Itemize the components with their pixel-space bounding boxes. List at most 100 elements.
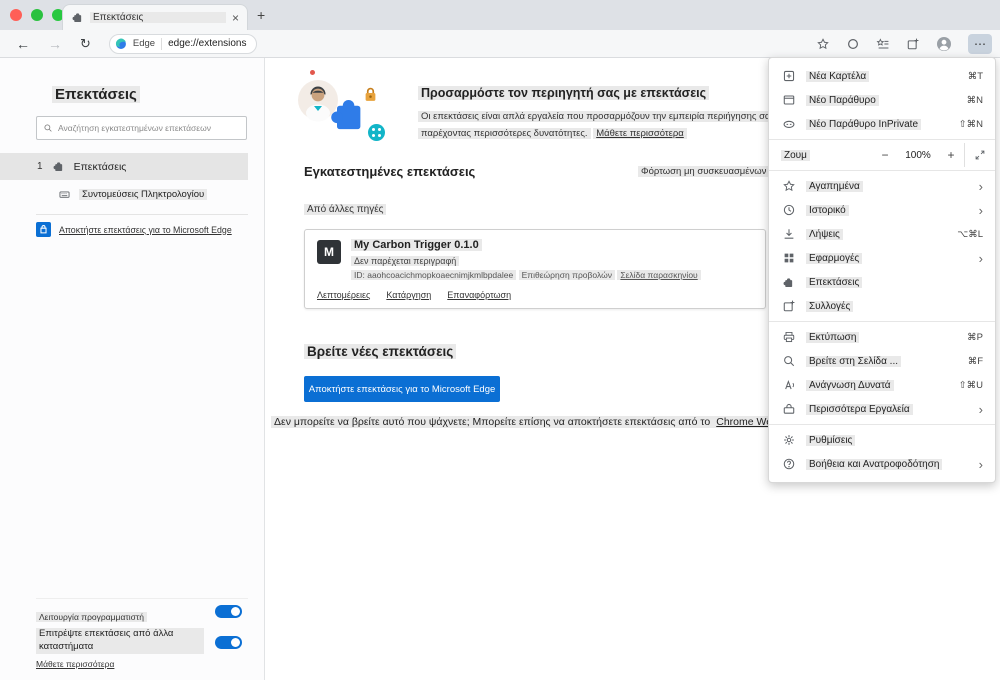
background-page-link[interactable]: Σελίδα παρασκηνίου xyxy=(617,270,701,280)
allow-other-stores-label: Επιτρέψτε επεκτάσεις από άλλα καταστήματ… xyxy=(36,628,204,654)
address-bar[interactable]: Edge edge://extensions xyxy=(108,33,258,54)
menu-item-read-aloud[interactable]: Ανάγνωση Δυνατά ⇧⌘U xyxy=(769,373,995,397)
get-extensions-button[interactable]: Αποκτήστε επεκτάσεις για το Microsoft Ed… xyxy=(304,376,500,402)
menu-item-label: Νέο Παράθυρο xyxy=(806,94,879,106)
sidebar-item-keyboard-shortcuts[interactable]: Συντομεύσεις Πληκτρολογίου xyxy=(0,182,248,207)
chrome-store-line: Δεν μπορείτε να βρείτε αυτό που ψάχνετε;… xyxy=(271,416,812,428)
menu-item-new-inprivate-window[interactable]: Νέο Παράθυρο InPrivate ⇧⌘N xyxy=(769,112,995,136)
extension-icon: M xyxy=(317,240,341,264)
menu-shortcut: ⌘P xyxy=(967,331,983,343)
menu-shortcut: ⌘N xyxy=(966,94,983,106)
fullscreen-button[interactable] xyxy=(965,149,995,161)
close-window-button[interactable] xyxy=(10,9,22,21)
learn-more-link[interactable]: Μάθετε περισσότερα xyxy=(36,659,114,669)
menu-item-zoom: Ζουμ − 100% + xyxy=(769,143,995,167)
hero-description-line2: παρέχοντας περισσότερες δυνατότητες. Μάθ… xyxy=(418,128,687,139)
details-link[interactable]: Λεπτομέρειες xyxy=(317,290,370,300)
tools-icon xyxy=(781,402,796,416)
zoom-out-button[interactable]: − xyxy=(872,148,898,162)
menu-item-find-on-page[interactable]: Βρείτε στη Σελίδα ... ⌘F xyxy=(769,349,995,373)
zoom-value: 100% xyxy=(905,149,931,161)
menu-item-help-feedback[interactable]: Βοήθεια και Ανατροφοδότηση › xyxy=(769,452,995,476)
tab-title: Επεκτάσεις xyxy=(90,12,226,23)
menu-shortcut: ⇧⌘U xyxy=(958,379,983,391)
menu-item-label: Ανάγνωση Δυνατά xyxy=(806,379,894,391)
new-tab-button[interactable]: + xyxy=(257,7,265,23)
history-clock-icon xyxy=(781,203,796,217)
menu-item-extensions[interactable]: Επεκτάσεις xyxy=(769,270,995,294)
menu-item-collections[interactable]: Συλλογές xyxy=(769,294,995,318)
remove-link[interactable]: Κατάργηση xyxy=(386,290,431,300)
developer-mode-toggle[interactable] xyxy=(215,605,242,618)
reload-link[interactable]: Επαναφόρτωση xyxy=(447,290,511,300)
extension-card: M My Carbon Trigger 0.1.0 Δεν παρέχεται … xyxy=(304,229,766,309)
settings-menu-button[interactable]: ⋯ xyxy=(968,34,992,54)
address-separator xyxy=(161,37,163,50)
tab-close-icon[interactable]: × xyxy=(232,11,239,25)
browser-tab[interactable]: Επεκτάσεις × xyxy=(62,4,248,30)
hero-title: Προσαρμόστε τον περιηγητή σας με επεκτάσ… xyxy=(418,86,710,100)
menu-item-favorites[interactable]: Αγαπημένα › xyxy=(769,174,995,198)
get-extensions-link-row[interactable]: Αποκτήστε επεκτάσεις για το Microsoft Ed… xyxy=(36,222,250,237)
menu-item-downloads[interactable]: Λήψεις ⌥⌘L xyxy=(769,222,995,246)
allow-other-stores-toggle[interactable] xyxy=(215,636,242,649)
menu-item-label: Εκτύπωση xyxy=(806,331,860,343)
profile-avatar[interactable] xyxy=(936,36,952,52)
get-extensions-link[interactable]: Αποκτήστε επεκτάσεις για το Microsoft Ed… xyxy=(59,225,232,235)
decorative-dot xyxy=(310,70,315,75)
sidebar-item-extensions[interactable]: 1 Επεκτάσεις xyxy=(0,153,248,180)
read-aloud-icon xyxy=(781,378,796,392)
toggle-knob xyxy=(231,638,240,647)
edge-badge-label: Edge xyxy=(132,38,156,49)
search-input[interactable] xyxy=(58,123,240,133)
zoom-in-button[interactable]: + xyxy=(938,148,964,162)
hero-description-line1: Οι επεκτάσεις είναι απλά εργαλεία που πρ… xyxy=(418,111,781,122)
refresh-button[interactable]: ↻ xyxy=(80,36,91,52)
download-icon xyxy=(781,227,796,241)
menu-item-new-window[interactable]: Νέο Παράθυρο ⌘N xyxy=(769,88,995,112)
keyboard-icon xyxy=(58,188,71,201)
new-window-icon xyxy=(781,93,796,107)
chevron-right-icon: › xyxy=(978,250,983,266)
sidebar-item-label: Συντομεύσεις Πληκτρολογίου xyxy=(79,189,208,200)
extension-favicon-icon xyxy=(71,11,84,24)
menu-item-label: Βοήθεια και Ανατροφοδότηση xyxy=(806,458,943,470)
back-button[interactable]: ← xyxy=(16,36,30,52)
extension-actions: Λεπτομέρειες Κατάργηση Επαναφόρτωση xyxy=(317,290,511,300)
extension-description: Δεν παρέχεται περιγραφή xyxy=(351,256,460,266)
chevron-right-icon: › xyxy=(978,401,983,417)
menu-item-print[interactable]: Εκτύπωση ⌘P xyxy=(769,325,995,349)
menu-item-history[interactable]: Ιστορικό › xyxy=(769,198,995,222)
forward-button[interactable]: → xyxy=(48,36,62,52)
favorites-bar-icon[interactable] xyxy=(876,37,890,51)
load-unpacked-button[interactable]: Φόρτωση μη συσκευασμένων xyxy=(638,166,770,177)
find-extensions-heading: Βρείτε νέες επεκτάσεις xyxy=(304,344,457,359)
installed-extensions-heading: Εγκατεστημένες επεκτάσεις xyxy=(304,164,476,179)
browser-menu-dropdown: Νέα Καρτέλα ⌘T Νέο Παράθυρο ⌘N Νέο Παράθ… xyxy=(768,57,996,483)
menu-item-new-tab[interactable]: Νέα Καρτέλα ⌘T xyxy=(769,64,995,88)
window-controls xyxy=(10,9,64,21)
edge-store-icon xyxy=(36,222,51,237)
menu-divider xyxy=(769,170,995,171)
title-bar: Επεκτάσεις × + xyxy=(0,0,1000,30)
menu-item-settings[interactable]: Ρυθμίσεις xyxy=(769,428,995,452)
sidebar-item-label: Επεκτάσεις xyxy=(73,160,127,173)
minimize-window-button[interactable] xyxy=(31,9,43,21)
favorite-star-icon[interactable] xyxy=(816,37,830,51)
menu-item-label: Ιστορικό xyxy=(806,204,849,216)
edge-logo-icon xyxy=(115,38,127,50)
menu-item-apps[interactable]: Εφαρμογές › xyxy=(769,246,995,270)
chevron-right-icon: › xyxy=(978,202,983,218)
collections-icon[interactable] xyxy=(906,37,920,51)
menu-item-more-tools[interactable]: Περισσότερα Εργαλεία › xyxy=(769,397,995,421)
menu-shortcut: ⇧⌘N xyxy=(958,118,983,130)
collections-icon xyxy=(781,299,796,313)
search-box[interactable] xyxy=(36,116,247,140)
learn-more-link[interactable]: Μάθετε περισσότερα xyxy=(593,128,687,139)
sidebar-divider xyxy=(36,214,248,215)
sidebar-title: Επεκτάσεις xyxy=(52,86,140,103)
url-text[interactable]: edge://extensions xyxy=(168,38,246,49)
menu-shortcut: ⌘F xyxy=(967,355,983,367)
toolbar-circle-icon[interactable] xyxy=(846,37,860,51)
toggle-knob xyxy=(231,607,240,616)
